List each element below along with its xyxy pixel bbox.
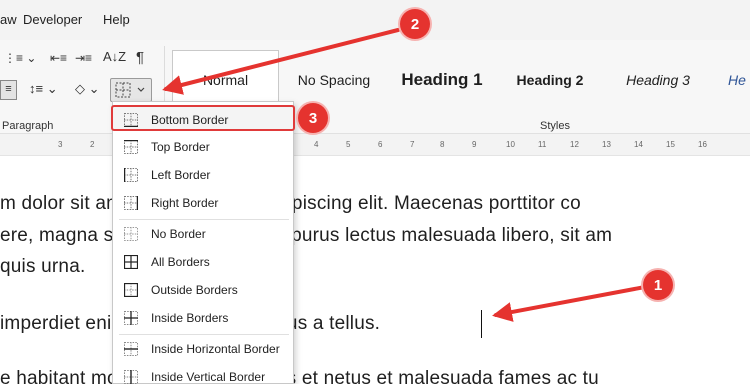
menu-divider <box>119 334 289 335</box>
menu-inside-horizontal-border[interactable]: Inside Horizontal Border <box>113 336 293 362</box>
borders-icon <box>115 82 145 98</box>
line-spacing-icon[interactable]: ↕≡ ⌄ <box>29 82 58 95</box>
ruler-tick: 7 <box>410 140 415 149</box>
multilevel-list-icon[interactable]: ⋮≡ ⌄ <box>4 52 36 64</box>
menu-divider <box>119 219 289 220</box>
ruler-tick: 11 <box>538 140 547 149</box>
borders-dropdown-button[interactable] <box>110 78 152 102</box>
annotation-badge-1: 1 <box>643 270 673 300</box>
borders-menu: Bottom Border Top Border Left Border Rig… <box>111 101 295 384</box>
menu-item-help[interactable]: Help <box>103 12 130 27</box>
annotation-badge-3: 3 <box>298 103 328 133</box>
menu-outside-borders[interactable]: Outside Borders <box>113 277 293 303</box>
inside-horizontal-border-icon <box>124 342 138 356</box>
menu-item-developer[interactable]: Developer <box>23 12 82 27</box>
style-heading-2[interactable]: Heading 2 <box>506 50 594 110</box>
right-border-icon <box>124 196 138 210</box>
menu-no-border[interactable]: No Border <box>113 221 293 247</box>
paragraph-line: e habitant morbi tristique senectus et n… <box>0 368 599 384</box>
style-heading-3[interactable]: Heading 3 <box>614 50 702 110</box>
paragraph-line: quis urna. <box>0 256 86 277</box>
justify-icon[interactable]: ≡ <box>0 80 17 100</box>
text-cursor <box>481 310 482 338</box>
inside-vertical-border-icon <box>124 370 138 384</box>
ruler-tick: 10 <box>506 140 515 149</box>
menu-top-border[interactable]: Top Border <box>113 134 293 160</box>
bottom-border-icon <box>124 113 138 127</box>
menu-all-borders[interactable]: All Borders <box>113 249 293 275</box>
increase-indent-icon[interactable]: ⇥≡ <box>75 52 92 64</box>
ruler-tick: 14 <box>634 140 643 149</box>
style-heading-1[interactable]: Heading 1 <box>390 50 494 110</box>
ruler-tick: 6 <box>378 140 383 149</box>
ruler-tick: 2 <box>90 140 95 149</box>
decrease-indent-icon[interactable]: ⇤≡ <box>50 52 67 64</box>
menu-left-border[interactable]: Left Border <box>113 162 293 188</box>
menu-right-border[interactable]: Right Border <box>113 190 293 216</box>
ruler-tick: 4 <box>314 140 319 149</box>
paragraph-line: ere, magna sed pulvinar ultricies, purus… <box>0 225 613 246</box>
shading-icon[interactable]: ◇ ⌄ <box>75 82 100 95</box>
show-formatting-icon[interactable]: ¶ <box>136 50 144 65</box>
menu-item-draw[interactable]: aw <box>0 12 17 27</box>
ruler-tick: 9 <box>472 140 477 149</box>
ruler-tick: 8 <box>440 140 445 149</box>
ruler-tick: 3 <box>58 140 63 149</box>
menu-inside-vertical-border[interactable]: Inside Vertical Border <box>113 364 293 384</box>
outside-borders-icon <box>124 283 138 297</box>
top-border-icon <box>124 140 138 154</box>
ruler-tick: 15 <box>666 140 675 149</box>
ruler-tick: 12 <box>570 140 579 149</box>
no-border-icon <box>124 227 138 241</box>
ruler-tick: 13 <box>602 140 611 149</box>
style-heading-4[interactable]: He <box>728 50 750 110</box>
ruler-tick: 5 <box>346 140 351 149</box>
styles-group-label: Styles <box>540 120 570 132</box>
inside-borders-icon <box>124 311 138 325</box>
menu-bottom-border[interactable]: Bottom Border <box>111 105 295 131</box>
annotation-badge-2: 2 <box>400 9 430 39</box>
ruler-tick: 16 <box>698 140 707 149</box>
menu-bar: aw Developer Help <box>0 0 750 40</box>
left-border-icon <box>124 168 138 182</box>
style-no-spacing[interactable]: No Spacing <box>286 50 382 110</box>
paragraph-group-label: Paragraph <box>2 120 54 132</box>
all-borders-icon <box>124 255 138 269</box>
menu-inside-borders[interactable]: Inside Borders <box>113 305 293 331</box>
sort-icon[interactable]: A↓Z <box>103 50 126 63</box>
arrow-to-cursor <box>492 285 647 322</box>
